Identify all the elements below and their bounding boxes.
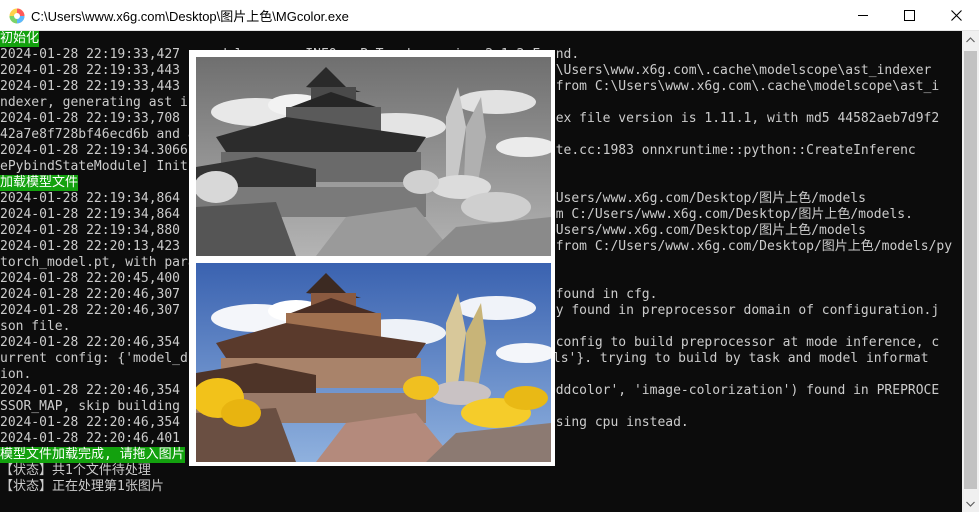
console-line-section: 初始化 [0, 31, 40, 47]
app-icon [9, 8, 25, 24]
vertical-scrollbar[interactable] [962, 31, 979, 512]
image-preview-panel [189, 50, 555, 466]
maximize-icon [903, 9, 915, 21]
console-line-section: 模型文件加载完成, 请拖入图片 [0, 447, 185, 463]
minimize-button[interactable] [840, 0, 886, 30]
colorized-output-image [196, 263, 551, 462]
console-line-section: 加载模型文件 [0, 175, 79, 191]
console-line-status: 【状态】共1个文件待处理 [0, 463, 151, 478]
console-line: ion. [0, 367, 32, 382]
scroll-down-button[interactable] [962, 495, 979, 512]
close-icon [950, 9, 962, 21]
scroll-up-button[interactable] [962, 31, 979, 48]
chevron-up-icon [966, 36, 975, 42]
minimize-icon [857, 14, 868, 16]
scrollbar-thumb[interactable] [964, 51, 977, 489]
title-bar[interactable]: C:\Users\www.x6g.com\Desktop\图片上色\MGcolo… [0, 0, 979, 31]
maximize-button[interactable] [886, 0, 932, 30]
grayscale-input-image [196, 57, 551, 256]
window-title: C:\Users\www.x6g.com\Desktop\图片上色\MGcolo… [31, 9, 349, 24]
close-button[interactable] [933, 0, 979, 30]
console-line: son file. [0, 319, 71, 334]
console-line-status: 【状态】正在处理第1张图片 [0, 479, 164, 494]
chevron-down-icon [966, 501, 975, 507]
